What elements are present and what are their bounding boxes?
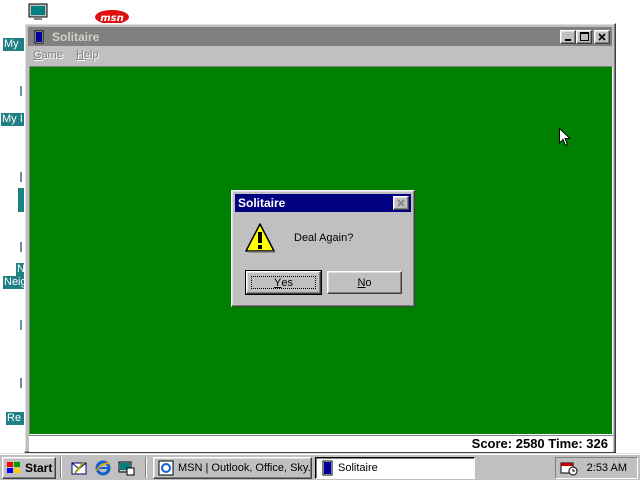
deal-again-dialog: Solitaire Deal Again? Yes No [231, 190, 415, 307]
menu-help-accel: H [75, 49, 84, 61]
desktop-icon-label[interactable]: Neig [3, 276, 24, 289]
desktop-icon[interactable] [20, 172, 22, 182]
taskbar-button-label: Solitaire [338, 462, 378, 474]
quicklaunch-separator [60, 457, 62, 478]
desktop-icon[interactable] [20, 86, 22, 96]
scheduler-icon[interactable] [560, 460, 578, 476]
computer-icon[interactable] [28, 3, 50, 21]
menu-game-accel: G [33, 49, 42, 61]
close-button[interactable] [594, 29, 610, 44]
maximize-icon [579, 32, 589, 41]
windows-logo-icon [7, 462, 20, 473]
minimize-button[interactable] [560, 29, 576, 44]
internet-explorer-icon[interactable] [94, 459, 112, 477]
minimize-icon [565, 38, 571, 41]
dialog-title: Solitaire [238, 196, 286, 210]
close-icon [397, 199, 405, 207]
status-bar: Score: 2580 Time: 326 [29, 435, 613, 452]
dialog-close-button[interactable] [393, 196, 409, 210]
taskbar-button-msn[interactable]: MSN | Outlook, Office, Sky... [153, 457, 312, 479]
desktop-icon[interactable] [20, 378, 22, 388]
no-button[interactable]: No [327, 271, 402, 294]
menu-help[interactable]: Help [76, 49, 99, 61]
clock[interactable]: 2:53 AM [587, 462, 627, 474]
focus-rect [251, 276, 316, 289]
close-icon [598, 32, 606, 41]
desktop-icon-label[interactable]: N [16, 263, 24, 276]
desktop-icon-label[interactable]: Re [6, 412, 24, 425]
desktop-icon[interactable] [20, 320, 22, 330]
desktop-icon[interactable] [20, 242, 22, 252]
maximize-button[interactable] [576, 29, 592, 44]
start-label: Start [25, 461, 53, 475]
no-accel: N [357, 276, 366, 289]
menu-game[interactable]: Game [33, 49, 63, 61]
no-label: o [365, 276, 372, 289]
desktop-icon-label[interactable]: My [3, 38, 24, 51]
window-title: Solitaire [52, 29, 100, 44]
mouse-cursor-icon [559, 128, 571, 147]
caption-buttons [560, 29, 610, 44]
taskbar-button-label: MSN | Outlook, Office, Sky... [178, 462, 312, 474]
solitaire-app-icon [322, 460, 333, 476]
system-tray: 2:53 AM [555, 457, 638, 479]
quicklaunch-separator [145, 457, 147, 478]
internet-explorer-icon [158, 460, 174, 476]
desktop-icon-label[interactable]: My I [1, 113, 24, 126]
menu-help-label: elp [83, 49, 99, 61]
solitaire-app-icon[interactable] [32, 30, 46, 44]
menu-bar: Game Help [28, 46, 612, 64]
taskbar-button-solitaire[interactable]: Solitaire [315, 457, 475, 479]
start-button[interactable]: Start [2, 457, 56, 479]
dialog-titlebar[interactable]: Solitaire [235, 194, 411, 212]
window-titlebar[interactable]: Solitaire [28, 27, 612, 46]
outlook-express-icon[interactable] [70, 459, 88, 477]
menu-game-label: ame [41, 49, 63, 61]
dialog-message: Deal Again? [294, 232, 354, 244]
taskbar: Start MSN | Outlook, Office, Sky... Soli… [0, 453, 640, 480]
score-time-readout: Score: 2580 Time: 326 [471, 436, 608, 451]
warning-icon [245, 223, 275, 253]
yes-button[interactable]: Yes [245, 270, 322, 295]
show-desktop-icon[interactable] [117, 459, 135, 477]
